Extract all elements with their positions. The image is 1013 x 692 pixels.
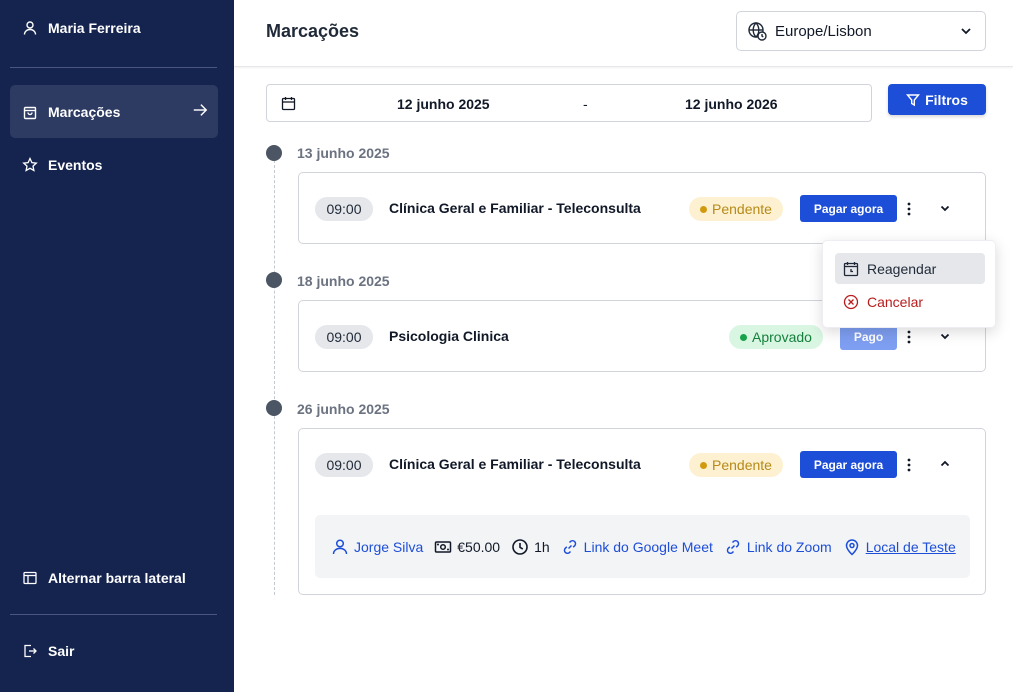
reschedule-label: Reagendar xyxy=(867,260,937,277)
filters-button[interactable]: Filtros xyxy=(888,84,986,115)
more-options-icon[interactable] xyxy=(902,455,916,475)
timezone-select[interactable]: Europe/Lisbon xyxy=(736,11,986,51)
time-pill: 09:00 xyxy=(315,197,373,221)
price-value: €50.00 xyxy=(457,538,501,555)
professional-name: Jorge Silva xyxy=(354,538,424,555)
time-pill: 09:00 xyxy=(315,325,373,349)
location-link[interactable]: Local de Teste xyxy=(843,538,956,556)
page-header: Marcações Europe/Lisbon xyxy=(234,0,1013,67)
status-badge: Pendente xyxy=(689,453,783,477)
appointment-card: 09:00 Clínica Geral e Familiar - Telecon… xyxy=(298,428,986,595)
user-icon xyxy=(332,538,348,554)
date-range-picker[interactable]: 12 junho 2025 - 12 junho 2026 xyxy=(266,84,872,122)
status-badge: Aprovado xyxy=(729,325,823,349)
user-name: Maria Ferreira xyxy=(48,20,141,36)
map-pin-icon xyxy=(845,538,858,556)
status-dot xyxy=(700,205,707,213)
sidebar-item-eventos[interactable]: Eventos xyxy=(10,138,218,191)
duration-value: 1h xyxy=(534,538,550,555)
date-separator: - xyxy=(583,96,588,112)
sidebar-item-label: Marcações xyxy=(48,103,121,120)
status-dot xyxy=(700,461,707,469)
appointment-title: Psicologia Clinica xyxy=(389,328,509,344)
chevron-down-icon[interactable] xyxy=(937,200,953,216)
calendar-clock-icon xyxy=(843,261,859,277)
reschedule-menu-item[interactable]: Reagendar xyxy=(835,253,985,284)
status-label: Pendente xyxy=(712,457,772,473)
user-icon xyxy=(22,20,38,36)
appointment-card: 09:00 Clínica Geral e Familiar - Telecon… xyxy=(298,172,986,244)
group-date: 26 junho 2025 xyxy=(297,401,390,417)
cancel-label: Cancelar xyxy=(867,293,924,310)
location-label: Local de Teste xyxy=(865,538,956,555)
link-icon xyxy=(726,539,740,554)
clock-icon xyxy=(512,538,528,555)
cancel-menu-item[interactable]: Cancelar xyxy=(835,286,985,317)
timezone-value: Europe/Lisbon xyxy=(775,22,872,40)
page-title: Marcações xyxy=(266,21,360,41)
zoom-label: Link do Zoom xyxy=(746,538,832,555)
time-pill: 09:00 xyxy=(315,453,373,477)
filters-label: Filtros xyxy=(925,91,968,108)
globe-clock-icon xyxy=(747,21,767,41)
timeline-dot xyxy=(266,272,282,288)
chevron-up-icon[interactable] xyxy=(937,456,953,472)
status-label: Pendente xyxy=(712,201,772,217)
pay-now-button[interactable]: Pagar agora xyxy=(800,451,897,478)
date-to: 12 junho 2026 xyxy=(685,96,778,112)
timeline-dot xyxy=(266,145,282,161)
google-meet-label: Link do Google Meet xyxy=(583,538,713,555)
appointment-title: Clínica Geral e Familiar - Teleconsulta xyxy=(389,200,641,216)
timeline-dot xyxy=(266,400,282,416)
duration: 1h xyxy=(511,538,550,556)
toggle-sidebar-label: Alternar barra lateral xyxy=(48,569,186,586)
chevron-down-icon xyxy=(959,24,973,42)
appointment-title: Clínica Geral e Familiar - Teleconsulta xyxy=(389,456,641,472)
logout-button[interactable]: Sair xyxy=(10,624,218,677)
professional-link[interactable]: Jorge Silva xyxy=(331,538,423,556)
sidebar: Maria Ferreira Marcações Eventos Alterna… xyxy=(0,0,234,692)
logout-label: Sair xyxy=(48,642,75,659)
pay-now-button[interactable]: Pagar agora xyxy=(800,195,897,222)
zoom-link[interactable]: Link do Zoom xyxy=(724,538,832,556)
shopping-bag-icon xyxy=(22,104,38,120)
sidebar-item-marcacoes[interactable]: Marcações xyxy=(10,85,218,138)
appointment-details: Jorge Silva €50.00 1h Link do Google Mee… xyxy=(315,515,970,578)
status-label: Aprovado xyxy=(752,329,812,345)
more-options-icon[interactable] xyxy=(902,199,916,219)
status-badge: Pendente xyxy=(689,197,783,221)
layout-sidebar-icon xyxy=(22,570,38,586)
user-profile[interactable]: Maria Ferreira xyxy=(22,20,141,36)
timeline-line xyxy=(274,160,275,595)
group-date: 13 junho 2025 xyxy=(297,145,390,161)
logout-icon xyxy=(22,643,38,659)
toggle-sidebar-button[interactable]: Alternar barra lateral xyxy=(10,551,218,604)
sidebar-item-label: Eventos xyxy=(48,156,103,173)
star-icon xyxy=(22,156,38,173)
link-icon xyxy=(563,539,576,554)
group-date: 18 junho 2025 xyxy=(297,273,390,289)
sidebar-divider xyxy=(10,614,217,615)
appointment-options-menu: Reagendar Cancelar xyxy=(822,240,996,328)
calendar-icon xyxy=(281,96,296,114)
date-from: 12 junho 2025 xyxy=(397,96,490,112)
status-dot xyxy=(740,333,747,341)
google-meet-link[interactable]: Link do Google Meet xyxy=(561,538,713,556)
banknote-icon xyxy=(435,540,452,553)
arrow-right-icon xyxy=(192,102,208,118)
more-options-icon[interactable] xyxy=(902,327,916,347)
chevron-down-icon[interactable] xyxy=(937,328,953,344)
close-circle-icon xyxy=(843,294,859,310)
price: €50.00 xyxy=(434,538,500,556)
sidebar-divider xyxy=(10,67,217,68)
filter-icon xyxy=(906,93,921,107)
